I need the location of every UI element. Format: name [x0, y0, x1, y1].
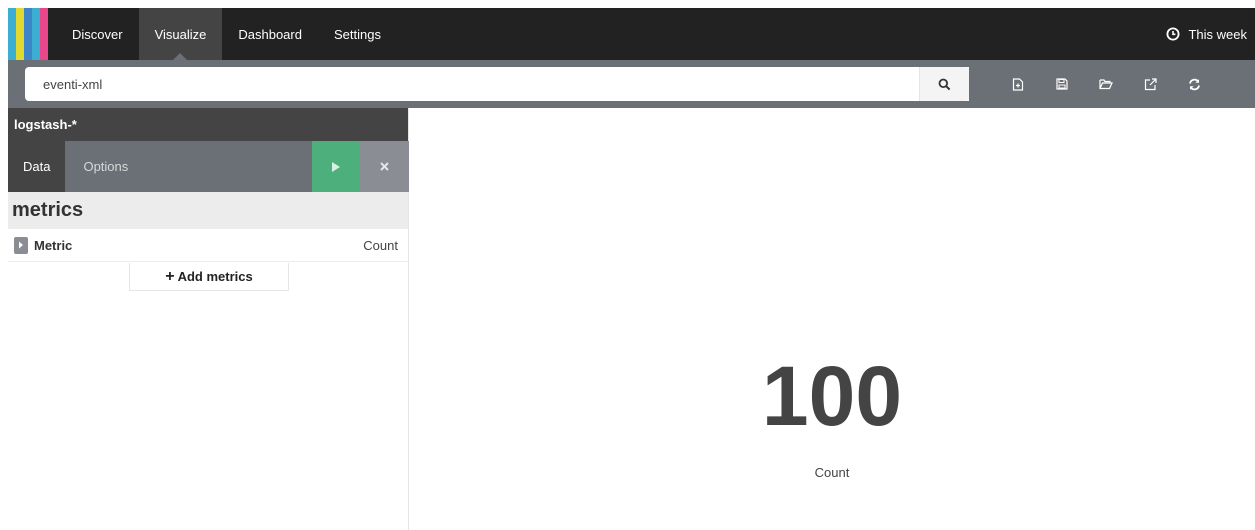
nav-label: Discover: [72, 26, 123, 42]
logo-stripe: [32, 8, 40, 60]
discard-changes-button[interactable]: [360, 141, 409, 192]
aggregation-row[interactable]: Metric Count: [8, 229, 408, 262]
aggregation-label: Metric: [34, 237, 73, 253]
page-edge: [0, 0, 8, 530]
logo-stripe: [48, 8, 56, 60]
nav-dashboard[interactable]: Dashboard: [222, 8, 318, 60]
refresh-button[interactable]: [1172, 60, 1216, 108]
metric-label: Count: [814, 465, 850, 480]
new-visualization-button[interactable]: [996, 60, 1040, 108]
play-icon: [332, 161, 340, 172]
tab-options[interactable]: Options: [65, 141, 140, 192]
search-input-wrapper: [25, 67, 969, 101]
section-title-text: metrics: [12, 199, 84, 221]
save-icon: [1056, 78, 1068, 90]
apply-changes-button[interactable]: [312, 141, 360, 192]
timepicker-button[interactable]: This week: [1166, 8, 1255, 60]
editor-sidebar: logstash-* Data Options metrics Metric C…: [8, 108, 409, 530]
close-icon: [380, 162, 389, 171]
sidebar-tabs: Data Options: [8, 141, 409, 192]
logo-stripe: [16, 8, 24, 60]
top-navigation: Discover Visualize Dashboard Settings Th…: [8, 8, 1255, 60]
open-folder-icon: [1099, 79, 1113, 90]
visualize-toolbar: [996, 60, 1216, 108]
nav-settings[interactable]: Settings: [318, 8, 397, 60]
nav-visualize[interactable]: Visualize: [138, 8, 223, 60]
kibana-logo[interactable]: [8, 8, 56, 60]
search-button[interactable]: [919, 67, 969, 101]
metrics-section-title: metrics: [8, 192, 408, 229]
tab-data[interactable]: Data: [8, 141, 66, 192]
search-bar: [8, 60, 1255, 108]
logo-stripe: [8, 8, 16, 60]
add-metrics-button[interactable]: + Add metrics: [129, 263, 289, 291]
open-button[interactable]: [1084, 60, 1128, 108]
index-pattern-header: logstash-*: [8, 108, 408, 141]
plus-icon: +: [165, 267, 175, 285]
nav-label: Visualize: [154, 26, 207, 42]
metric-value: 100: [761, 349, 903, 443]
add-metrics-label: Add metrics: [177, 269, 253, 284]
tab-label: Data: [23, 159, 51, 174]
logo-stripe: [40, 8, 48, 60]
expand-toggle[interactable]: [14, 236, 28, 254]
timepicker-label: This week: [1188, 26, 1247, 42]
index-pattern-label: logstash-*: [14, 117, 77, 132]
search-icon: [938, 78, 951, 90]
share-icon: [1144, 77, 1157, 90]
nav-label: Settings: [333, 26, 381, 42]
caret-right-icon: [19, 241, 23, 249]
nav-label: Dashboard: [238, 26, 302, 42]
share-button[interactable]: [1128, 60, 1172, 108]
aggregation-description: Count: [363, 237, 398, 253]
refresh-icon: [1188, 78, 1200, 90]
visualization-canvas: 100 Count: [409, 108, 1255, 530]
kibana-app: Discover Visualize Dashboard Settings Th…: [0, 0, 1255, 530]
clock-icon: [1166, 27, 1180, 41]
logo-stripe: [24, 8, 32, 60]
tab-label: Options: [83, 159, 129, 174]
save-button[interactable]: [1040, 60, 1084, 108]
nav-discover[interactable]: Discover: [56, 8, 139, 60]
new-visualization-icon: [1012, 77, 1024, 91]
search-input[interactable]: [25, 67, 969, 101]
